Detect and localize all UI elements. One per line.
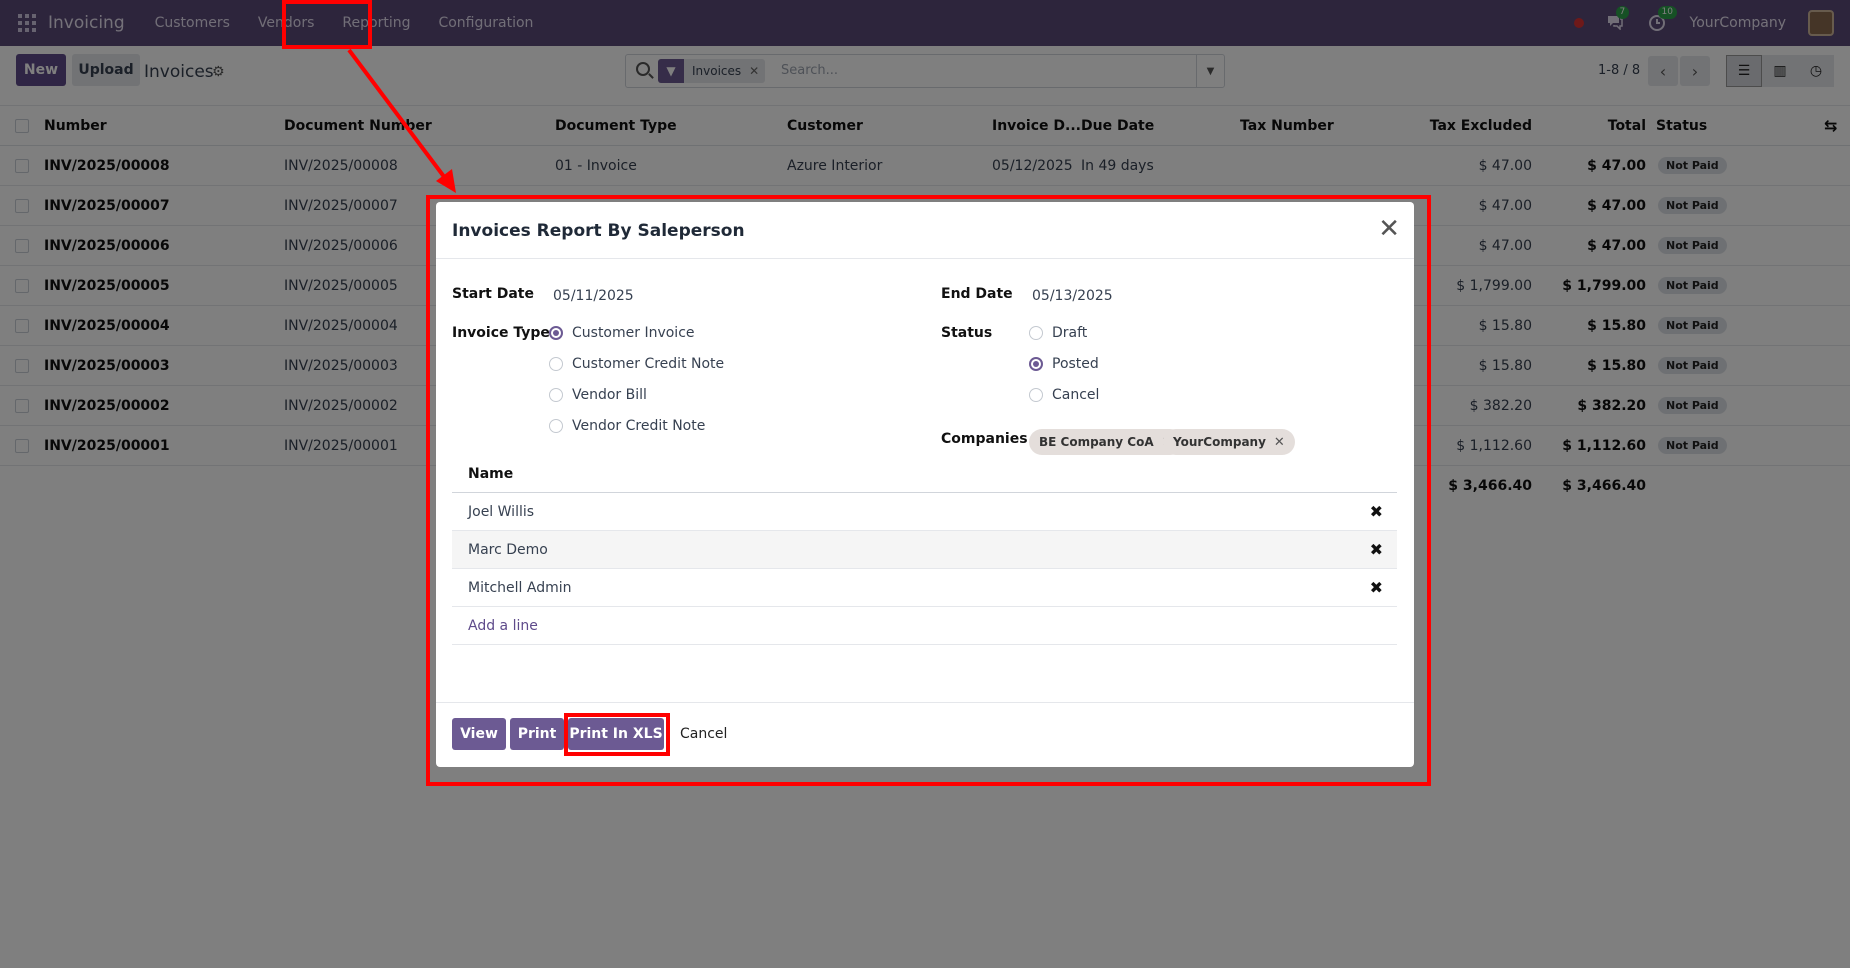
annotation-arrow [347,48,456,193]
